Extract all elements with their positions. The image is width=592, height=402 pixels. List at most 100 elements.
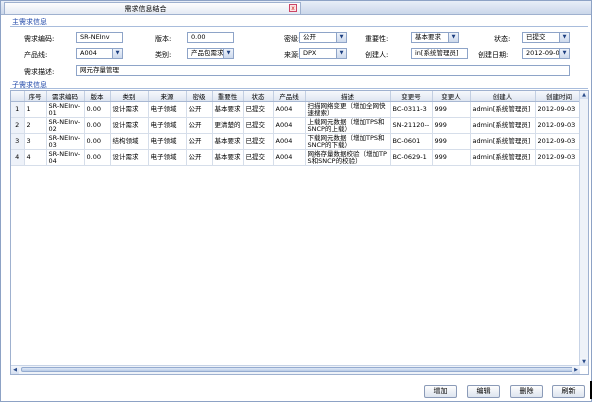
scroll-left-icon[interactable]: ◀ — [11, 366, 19, 374]
security-select[interactable]: 公开 ▼ — [299, 32, 347, 43]
table-row[interactable]: 4 4 SR-NEInv-04 0.00 设计需求 电子领域 公开 基本要求 已… — [11, 149, 584, 166]
edit-button[interactable]: 编辑 — [467, 385, 500, 398]
col-header-changer[interactable]: 变更人 — [432, 91, 471, 102]
vertical-scrollbar[interactable]: ▲ ▼ — [579, 91, 588, 366]
product-line-value: A004 — [80, 49, 97, 57]
description-field[interactable]: 网元存量管理 — [76, 65, 570, 76]
col-header-code[interactable]: 需求编码 — [46, 91, 85, 102]
cell-importance: 基本要求 — [212, 101, 244, 118]
delete-button[interactable]: 删除 — [510, 385, 543, 398]
req-code-field[interactable]: SR-NEInv — [76, 32, 123, 43]
horizontal-scroll-thumb[interactable] — [21, 367, 576, 372]
col-header-product-line[interactable]: 产品线 — [273, 91, 306, 102]
close-icon[interactable]: x — [289, 4, 297, 12]
cell-change-no: SN-21120-- — [390, 117, 433, 134]
refresh-button[interactable]: 刷新 — [552, 385, 585, 398]
cell-status: 已提交 — [243, 133, 274, 150]
chevron-down-icon[interactable]: ▼ — [223, 49, 233, 58]
cell-security: 公开 — [186, 117, 213, 134]
category-select[interactable]: 产品包需求 ▼ — [187, 48, 234, 59]
row-number: 1 — [11, 101, 25, 118]
cell-importance: 更清楚的 — [212, 117, 244, 134]
cell-product-line: A004 — [273, 101, 306, 118]
cell-changer: 999 — [432, 149, 471, 166]
table-header-row: 序号 需求编码 版本 类别 来源 密级 重要性 状态 产品线 描述 变更号 变更… — [11, 91, 584, 102]
status-select[interactable]: 已提交 ▼ — [522, 32, 570, 43]
cell-category: 设计需求 — [110, 149, 149, 166]
importance-select[interactable]: 基本要求 ▼ — [411, 32, 459, 43]
chevron-down-icon[interactable]: ▼ — [336, 49, 346, 58]
cell-category: 设计需求 — [110, 101, 149, 118]
status-label: 状态: — [494, 35, 511, 43]
chevron-down-icon[interactable]: ▼ — [112, 49, 122, 58]
col-header-created[interactable]: 创建时间 — [535, 91, 584, 102]
cell-description: 上载网元数据（增加TPS和SNCP的上载） — [305, 117, 391, 134]
tab-requirement-info[interactable]: 需求信息结合 x — [4, 2, 301, 14]
cell-code: SR-NEInv-04 — [46, 149, 85, 166]
category-value: 产品包需求 — [191, 49, 224, 57]
cell-source: 电子领域 — [148, 149, 187, 166]
cell-code: SR-NEInv-03 — [46, 133, 85, 150]
product-line-select[interactable]: A004 ▼ — [76, 48, 123, 59]
col-header-seq[interactable]: 序号 — [24, 91, 47, 102]
col-header-source[interactable]: 来源 — [148, 91, 187, 102]
col-header-rownum — [11, 91, 25, 102]
scroll-right-icon[interactable]: ▶ — [572, 366, 580, 374]
cell-description: 网络存量数据校验（增加TPS和SNCP的校验） — [305, 149, 391, 166]
cell-created: 2012-09-03 — [535, 133, 584, 150]
cell-creator: admin[系统管理员] — [470, 133, 536, 150]
col-header-importance[interactable]: 重要性 — [212, 91, 244, 102]
creator-label: 创建人: — [365, 51, 389, 59]
cell-product-line: A004 — [273, 133, 306, 150]
cell-creator: admin[系统管理员] — [470, 117, 536, 134]
cell-status: 已提交 — [243, 149, 274, 166]
col-header-creator[interactable]: 创建人 — [470, 91, 536, 102]
source-label: 来源: — [284, 51, 301, 59]
cell-creator: admin[系统管理员] — [470, 101, 536, 118]
table-row[interactable]: 3 3 SR-NEInv-03 0.00 结构领域 电子领域 公开 基本要求 已… — [11, 133, 584, 150]
scroll-up-icon[interactable]: ▲ — [580, 91, 588, 99]
cell-version: 0.00 — [84, 117, 111, 134]
created-date-picker[interactable]: 2012-09-03 ▼ — [522, 48, 570, 59]
col-header-description[interactable]: 描述 — [305, 91, 391, 102]
cell-seq: 3 — [24, 133, 47, 150]
cell-category: 结构领域 — [110, 133, 149, 150]
horizontal-scrollbar[interactable]: ◀ ▶ — [11, 365, 580, 374]
col-header-version[interactable]: 版本 — [84, 91, 111, 102]
req-code-label: 需求编码: — [24, 35, 55, 43]
cell-changer: 999 — [432, 117, 471, 134]
cell-version: 0.00 — [84, 149, 111, 166]
scroll-down-icon[interactable]: ▼ — [580, 358, 588, 366]
sub-requirements-grid: 序号 需求编码 版本 类别 来源 密级 重要性 状态 产品线 描述 变更号 变更… — [10, 90, 589, 375]
row-number: 3 — [11, 133, 25, 150]
description-label: 需求描述: — [24, 68, 55, 76]
cell-category: 设计需求 — [110, 117, 149, 134]
cell-creator: admin[系统管理员] — [470, 149, 536, 166]
cell-security: 公开 — [186, 101, 213, 118]
cell-source: 电子领域 — [148, 101, 187, 118]
chevron-down-icon[interactable]: ▼ — [559, 33, 569, 42]
window: 需求信息结合 x 主需求信息 需求编码: SR-NEInv 版本: 0.00 密… — [0, 0, 592, 402]
col-header-status[interactable]: 状态 — [243, 91, 274, 102]
chevron-down-icon[interactable]: ▼ — [336, 33, 346, 42]
table-row[interactable]: 1 1 SR-NEInv-01 0.00 设计需求 电子领域 公开 基本要求 已… — [11, 101, 584, 118]
table-row[interactable]: 2 2 SR-NEInv-02 0.00 设计需求 电子领域 公开 更清楚的 已… — [11, 117, 584, 134]
col-header-change-no[interactable]: 变更号 — [390, 91, 433, 102]
cell-code: SR-NEInv-02 — [46, 117, 85, 134]
col-header-category[interactable]: 类别 — [110, 91, 149, 102]
cell-security: 公开 — [186, 149, 213, 166]
cell-version: 0.00 — [84, 101, 111, 118]
tab-bar: 需求信息结合 x — [1, 1, 591, 15]
security-label: 密级: — [284, 35, 301, 43]
cell-seq: 1 — [24, 101, 47, 118]
source-select[interactable]: DPX ▼ — [299, 48, 347, 59]
cell-status: 已提交 — [243, 101, 274, 118]
chevron-down-icon[interactable]: ▼ — [559, 49, 569, 58]
creator-field[interactable]: in[系统管理员] — [411, 48, 468, 59]
col-header-security[interactable]: 密级 — [186, 91, 213, 102]
version-field[interactable]: 0.00 — [187, 32, 234, 43]
cell-product-line: A004 — [273, 149, 306, 166]
chevron-down-icon[interactable]: ▼ — [448, 33, 458, 42]
security-value: 公开 — [303, 33, 316, 41]
add-button[interactable]: 增加 — [424, 385, 457, 398]
